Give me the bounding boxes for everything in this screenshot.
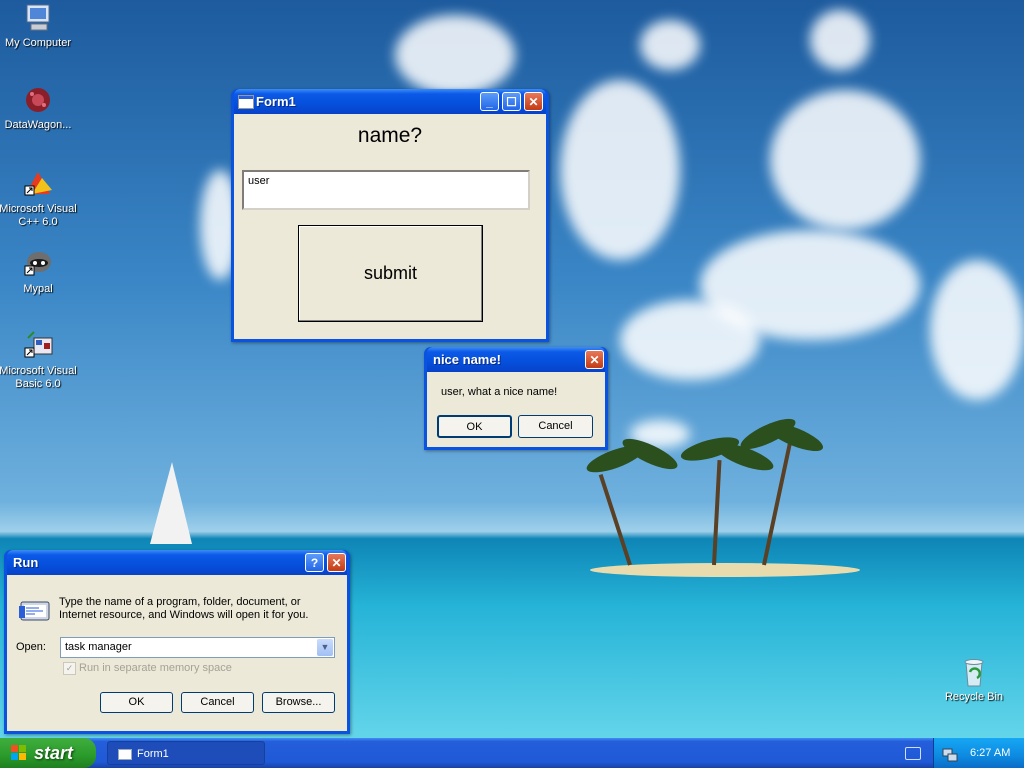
- message-cancel-button[interactable]: Cancel: [518, 415, 593, 438]
- message-box-titlebar[interactable]: nice name! ✕: [427, 347, 605, 372]
- message-box-title: nice name!: [433, 352, 501, 367]
- icon-label: Microsoft Visual C++ 6.0: [0, 203, 77, 228]
- taskbar-button-label: Form1: [137, 748, 169, 760]
- close-icon: ✕: [528, 95, 539, 109]
- dropdown-arrow-button[interactable]: ▼: [317, 639, 333, 656]
- taskbar-button-form1[interactable]: Form1: [107, 741, 265, 765]
- taskbar: start Form1 6:27 AM: [0, 738, 1024, 768]
- close-icon: ✕: [589, 353, 600, 367]
- mypal-icon: [22, 248, 54, 280]
- form1-window: Form1 _ ☐ ✕ name? user submit: [231, 89, 549, 342]
- run-titlebar[interactable]: Run ? ✕: [7, 550, 347, 575]
- chevron-down-icon: ▼: [320, 642, 330, 652]
- message-ok-button[interactable]: OK: [437, 415, 512, 438]
- desktop-icon-datawagon[interactable]: DataWagon...: [0, 84, 78, 132]
- form-icon: [238, 95, 254, 109]
- icon-label: DataWagon...: [4, 119, 72, 131]
- form1-titlebar[interactable]: Form1 _ ☐ ✕: [234, 89, 546, 114]
- message-box-close-button[interactable]: ✕: [585, 350, 604, 369]
- datawagon-icon: [22, 84, 54, 116]
- island: [590, 563, 860, 577]
- message-text: user, what a nice name!: [441, 386, 558, 398]
- my-computer-icon: [22, 2, 54, 34]
- minimize-button[interactable]: _: [480, 92, 499, 111]
- message-box-client: user, what a nice name! OK Cancel: [427, 372, 605, 447]
- form1-heading: name?: [357, 124, 423, 147]
- run-cancel-button[interactable]: Cancel: [181, 692, 254, 713]
- form-icon: [118, 749, 132, 760]
- run-program-icon: [19, 596, 51, 629]
- desktop-icon-visual-cpp[interactable]: Microsoft Visual C++ 6.0: [0, 168, 78, 229]
- form1-client-area: name? user submit: [234, 114, 546, 339]
- recycle-bin-icon: [958, 656, 990, 688]
- name-input[interactable]: user: [242, 170, 530, 210]
- run-description: Type the name of a program, folder, docu…: [59, 596, 309, 621]
- sailboat: [150, 462, 192, 544]
- submit-button[interactable]: submit: [298, 225, 483, 322]
- run-client: Type the name of a program, folder, docu…: [7, 575, 347, 731]
- run-close-button[interactable]: ✕: [327, 553, 346, 572]
- run-dialog-window: Run ? ✕ Type the name of a program, fold…: [4, 550, 350, 734]
- visual-cpp-icon: [22, 168, 54, 200]
- open-label: Open:: [16, 641, 46, 653]
- browse-button[interactable]: Browse...: [262, 692, 335, 713]
- open-input[interactable]: task manager: [65, 641, 132, 653]
- memory-space-checkbox[interactable]: ✓: [63, 662, 76, 675]
- icon-label: My Computer: [4, 37, 72, 49]
- minimize-icon: _: [486, 95, 493, 109]
- help-button[interactable]: ?: [305, 553, 324, 572]
- desktop-icon-mypal[interactable]: Mypal: [0, 248, 78, 296]
- form1-title: Form1: [256, 94, 296, 109]
- icon-label: Recycle Bin: [944, 691, 1004, 703]
- help-icon: ?: [310, 556, 319, 570]
- icon-label: Microsoft Visual Basic 6.0: [0, 365, 77, 390]
- close-icon: ✕: [331, 556, 342, 570]
- start-label: start: [34, 743, 74, 763]
- clock[interactable]: 6:27 AM: [970, 738, 1010, 768]
- maximize-icon: ☐: [506, 95, 517, 109]
- desktop-icon-visual-basic[interactable]: Microsoft Visual Basic 6.0: [0, 330, 78, 391]
- run-ok-button[interactable]: OK: [100, 692, 173, 713]
- start-button[interactable]: start: [0, 738, 96, 768]
- system-tray: 6:27 AM: [933, 738, 1024, 768]
- keyboard-icon[interactable]: [905, 747, 921, 760]
- message-box-window: nice name! ✕ user, what a nice name! OK …: [424, 347, 608, 450]
- close-button[interactable]: ✕: [524, 92, 543, 111]
- icon-label: Mypal: [23, 283, 53, 295]
- windows-logo-icon: [11, 745, 27, 761]
- maximize-button[interactable]: ☐: [502, 92, 521, 111]
- network-icon[interactable]: [942, 745, 958, 762]
- checkmark-icon: ✓: [65, 663, 74, 673]
- desktop-icon-recycle-bin[interactable]: Recycle Bin: [934, 656, 1014, 704]
- run-title: Run: [13, 555, 39, 570]
- desktop-icon-my-computer[interactable]: My Computer: [0, 2, 78, 50]
- memory-space-label: Run in separate memory space: [79, 662, 232, 674]
- visual-basic-icon: [22, 330, 54, 362]
- open-combobox[interactable]: task manager ▼: [60, 637, 335, 658]
